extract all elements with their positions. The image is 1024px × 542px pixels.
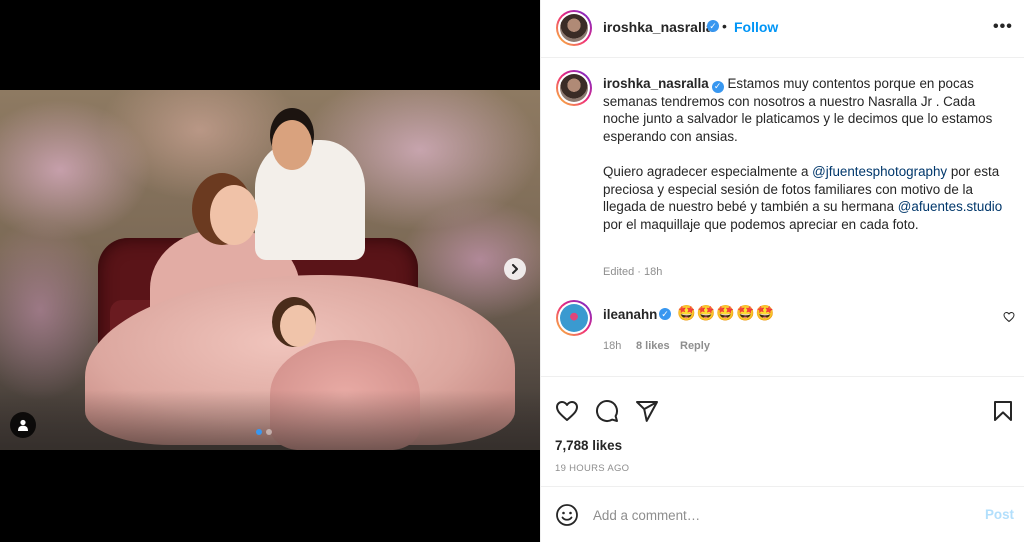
comment-time: 18h (603, 340, 622, 352)
follow-button[interactable]: Follow (734, 19, 778, 35)
caption-author-avatar[interactable] (556, 70, 592, 106)
author-avatar[interactable] (556, 10, 592, 46)
mention-link[interactable]: @afuentes.studio (898, 199, 1002, 214)
add-comment-bar: Post (541, 486, 1024, 542)
post-header: iroshka_nasralla ✓ • Follow ••• (541, 0, 1024, 58)
commenter-username[interactable]: ileanahn (603, 307, 657, 322)
reply-button[interactable]: Reply (680, 340, 710, 352)
caption-text: por el maquillaje que podemos apreciar e… (603, 216, 919, 232)
caption-edited-time: Edited · 18h (603, 266, 663, 278)
emoji-smiley-icon[interactable] (555, 503, 579, 527)
verified-badge-icon: ✓ (659, 308, 671, 320)
comment-like-icon[interactable] (1003, 311, 1015, 326)
carousel-dots (256, 429, 272, 435)
likes-count[interactable]: 7,788 likes (555, 438, 622, 453)
bookmark-icon[interactable] (991, 399, 1015, 423)
tagged-users-button[interactable] (10, 412, 36, 438)
verified-badge-icon: ✓ (707, 20, 719, 32)
commenter-avatar[interactable] (556, 300, 592, 336)
carousel-dot (256, 429, 262, 435)
post-timestamp: 19 HOURS AGO (555, 463, 630, 474)
comment-text: 🤩🤩🤩🤩🤩 (677, 305, 776, 322)
author-username[interactable]: iroshka_nasralla (603, 19, 714, 35)
chevron-right-icon (512, 264, 518, 274)
comment-input[interactable] (593, 504, 963, 526)
more-options-icon[interactable]: ••• (993, 18, 1013, 36)
photo-woman-head (210, 185, 258, 245)
next-photo-button[interactable] (504, 258, 526, 280)
mention-link[interactable]: @jfuentesphotography (812, 164, 947, 179)
post-media (0, 0, 540, 542)
comments-section[interactable]: iroshka_nasralla ✓ Estamos muy contentos … (541, 58, 1024, 376)
comment-likes[interactable]: 8 likes (636, 340, 670, 352)
verified-badge-icon: ✓ (711, 80, 724, 93)
post-caption: iroshka_nasralla ✓ Estamos muy contentos … (603, 75, 1003, 234)
photo-girl-head (280, 305, 316, 347)
post-actions: 7,788 likes 19 HOURS AGO (541, 376, 1024, 486)
person-icon (18, 419, 28, 431)
comment-bubble-icon[interactable] (595, 399, 619, 423)
carousel-dot (266, 429, 272, 435)
heart-icon[interactable] (555, 399, 579, 423)
photo-floor (0, 390, 540, 450)
post-side-panel: iroshka_nasralla ✓ • Follow ••• iroshka_… (540, 0, 1024, 542)
separator-dot: • (722, 18, 727, 34)
post-photo[interactable] (0, 90, 540, 450)
photo-man-head (272, 120, 312, 170)
post-comment-button[interactable]: Post (985, 507, 1014, 522)
caption-text: Quiero agradecer especialmente a (603, 164, 813, 180)
share-paper-plane-icon[interactable] (635, 399, 659, 423)
photo-man-jacket (255, 140, 365, 260)
caption-username[interactable]: iroshka_nasralla (603, 76, 709, 91)
